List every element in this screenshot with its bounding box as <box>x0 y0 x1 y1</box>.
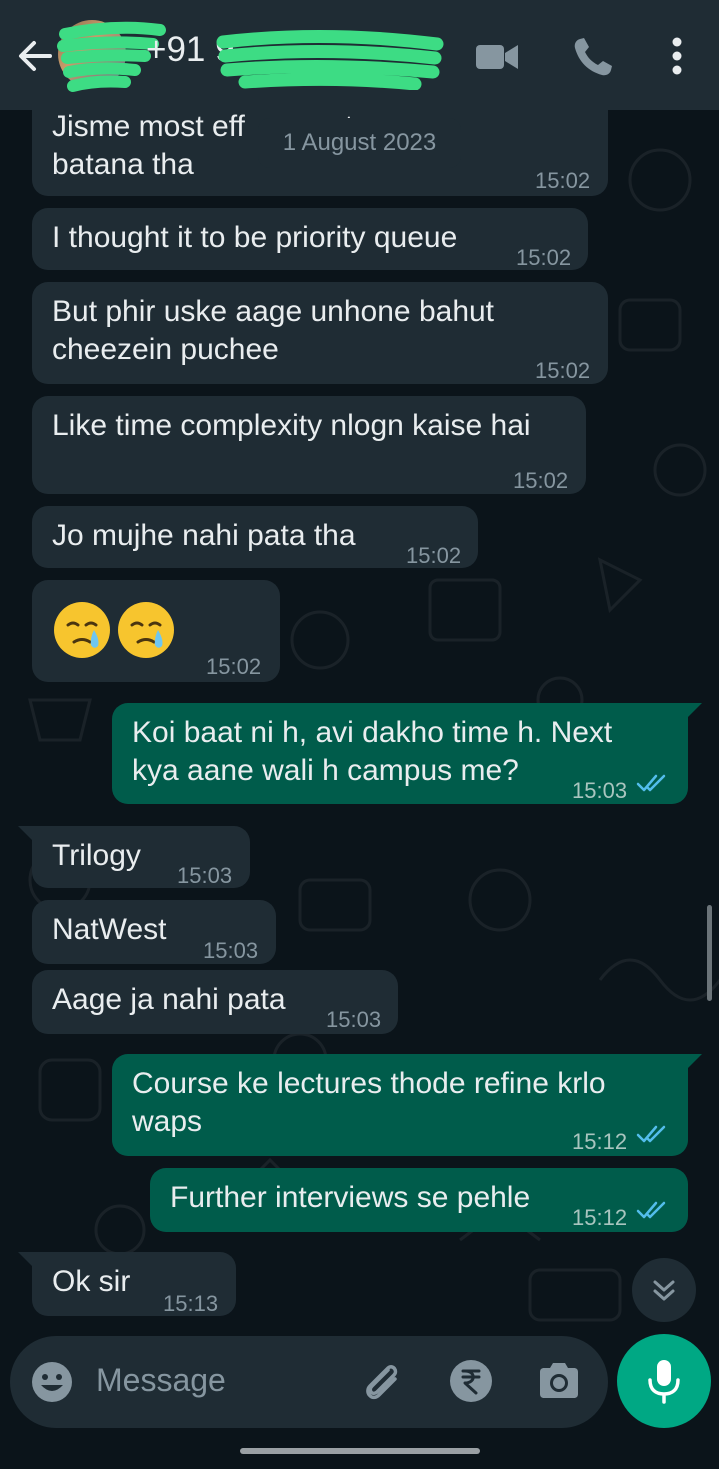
system-navigation-handle[interactable] <box>240 1448 480 1454</box>
message-time: 15:03 <box>326 1007 382 1032</box>
incoming-message[interactable]: Jo mujhe nahi pata tha 15:02 <box>32 506 478 568</box>
attach-icon[interactable] <box>358 1356 406 1404</box>
message-time: 15:02 <box>206 654 262 679</box>
message-text: Further interviews se pehle <box>170 1181 531 1214</box>
incoming-message[interactable]: Like time complexity nlogn kaise hai 15:… <box>32 396 586 494</box>
video-call-icon[interactable] <box>474 34 520 80</box>
crying-face-emoji <box>118 602 174 658</box>
microphone-icon <box>648 1360 680 1404</box>
redaction-scribble <box>216 29 444 90</box>
incoming-message[interactable]: Aage ja nahi pata 15:03 <box>32 970 398 1034</box>
message-time: 15:13 <box>163 1291 219 1316</box>
more-options-icon[interactable] <box>654 34 700 80</box>
voice-call-icon[interactable] <box>570 34 616 80</box>
scroll-indicator[interactable] <box>707 905 712 1001</box>
bubble-tail <box>686 1054 702 1070</box>
message-time: 15:02 <box>513 468 569 493</box>
outgoing-message[interactable]: Course ke lectures thode refine krlo wap… <box>112 1054 688 1156</box>
emoji-icon[interactable] <box>30 1360 74 1404</box>
message-text: Like time complexity nlogn kaise hai <box>52 409 531 442</box>
incoming-message[interactable]: Trilogy 15:03 <box>32 826 250 888</box>
incoming-message[interactable]: NatWest 15:03 <box>32 900 276 964</box>
double-chevron-down-icon <box>653 1280 675 1301</box>
camera-icon[interactable] <box>536 1358 582 1404</box>
message-text: Ok sir <box>52 1265 131 1298</box>
message-time: 15:03 <box>203 938 259 963</box>
incoming-message[interactable]: 15:02 <box>32 580 280 682</box>
message-text: NatWest <box>52 913 167 946</box>
scroll-to-bottom-button[interactable] <box>632 1258 696 1322</box>
incoming-message[interactable]: Ok sir 15:13 <box>32 1252 236 1316</box>
message-text: Jo mujhe nahi pata tha <box>52 519 356 552</box>
message-input[interactable]: Message <box>96 1362 226 1399</box>
message-time: 15:02 <box>406 543 462 568</box>
message-text: Course ke lectures thode refine krlo wap… <box>132 1067 606 1138</box>
outgoing-message[interactable]: Koi baat ni h, avi dakho time h. Next ky… <box>112 703 688 804</box>
message-time: 15:12 <box>572 1205 628 1230</box>
message-time: 15:03 <box>177 863 233 888</box>
voice-message-button[interactable] <box>617 1334 711 1428</box>
incoming-message[interactable]: I thought it to be priority queue 15:02 <box>32 208 588 270</box>
crying-face-emoji <box>54 602 110 658</box>
read-receipt-icon <box>636 774 666 792</box>
outgoing-message[interactable]: Further interviews se pehle 15:12 <box>150 1168 688 1232</box>
incoming-message[interactable]: But phir uske aage unhone bahut cheezein… <box>32 282 608 384</box>
message-time: 15:03 <box>572 778 628 803</box>
bubble-tail <box>686 703 702 719</box>
read-receipt-icon <box>636 1201 666 1219</box>
message-time: 15:12 <box>572 1129 628 1154</box>
read-receipt-icon <box>636 1125 666 1143</box>
message-time: 15:02 <box>535 168 591 193</box>
date-chip: 1 August 2023 <box>258 118 461 168</box>
message-time: 15:02 <box>535 358 591 383</box>
message-text: Trilogy <box>52 839 141 872</box>
back-arrow-icon[interactable] <box>14 36 54 76</box>
message-time: 15:02 <box>516 245 572 270</box>
message-text: Aage ja nahi pata <box>52 983 286 1016</box>
message-text: But phir uske aage unhone bahut cheezein… <box>52 295 495 366</box>
message-text: I thought it to be priority queue <box>52 221 458 254</box>
message-text: Koi baat ni h, avi dakho time h. Next ky… <box>132 716 613 787</box>
rupee-payment-icon[interactable] <box>448 1358 494 1404</box>
